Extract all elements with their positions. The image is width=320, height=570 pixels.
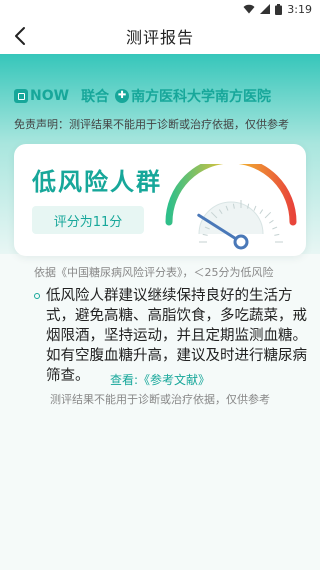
gauge-tick [268, 219, 274, 224]
gauge-tick [272, 226, 278, 230]
gauge-tick [259, 209, 264, 215]
gauge-tick [253, 205, 257, 211]
gauge-tick [264, 211, 272, 219]
hospital-emblem-icon: ✚ [115, 89, 130, 103]
app-bar: 测评报告 [0, 18, 320, 54]
gauge-tick [202, 233, 208, 236]
risk-level: 低风险人群 [32, 168, 162, 196]
result-card: 低风险人群 评分为11分 [14, 144, 306, 256]
partner-row: NOW 联合 ✚ 南方医科大学南方医院 [14, 86, 271, 106]
back-button[interactable] [6, 22, 34, 50]
wifi-icon [243, 4, 255, 14]
now-brand: NOW [30, 88, 70, 104]
signal-icon [260, 4, 271, 14]
gauge-inner-arc [198, 201, 264, 235]
disclaimer-top: 免责声明：测评结果不能用于诊断或治疗依据，仅供参考 [14, 118, 289, 131]
now-logo-icon [14, 89, 28, 103]
partner-joiner: 联合 [81, 89, 110, 105]
page-title: 测评报告 [125, 28, 194, 47]
now-logo: NOW [14, 88, 69, 104]
hospital-logo: ✚ 南方医科大学南方医院 [115, 86, 271, 106]
score-badge: 评分为11分 [32, 206, 144, 234]
advice-bullet-icon [34, 293, 40, 299]
gauge-hub [233, 234, 249, 250]
status-time: 3:19 [287, 2, 312, 16]
battery-icon [275, 3, 283, 15]
scoring-criteria: 依据《中国糖尿病风险评分表》，＜25分为低风险 [34, 266, 274, 279]
reference-link[interactable]: 查看:《参考文献》 [0, 371, 320, 388]
gauge-tick [274, 233, 280, 236]
status-bar: 3:19 [0, 0, 320, 18]
disclaimer-bottom: 测评结果不能用于诊断或治疗依据，仅供参考 [50, 393, 270, 406]
risk-gauge [165, 164, 297, 250]
chevron-left-icon [15, 27, 25, 45]
hospital-name: 南方医科大学南方医院 [131, 89, 272, 105]
